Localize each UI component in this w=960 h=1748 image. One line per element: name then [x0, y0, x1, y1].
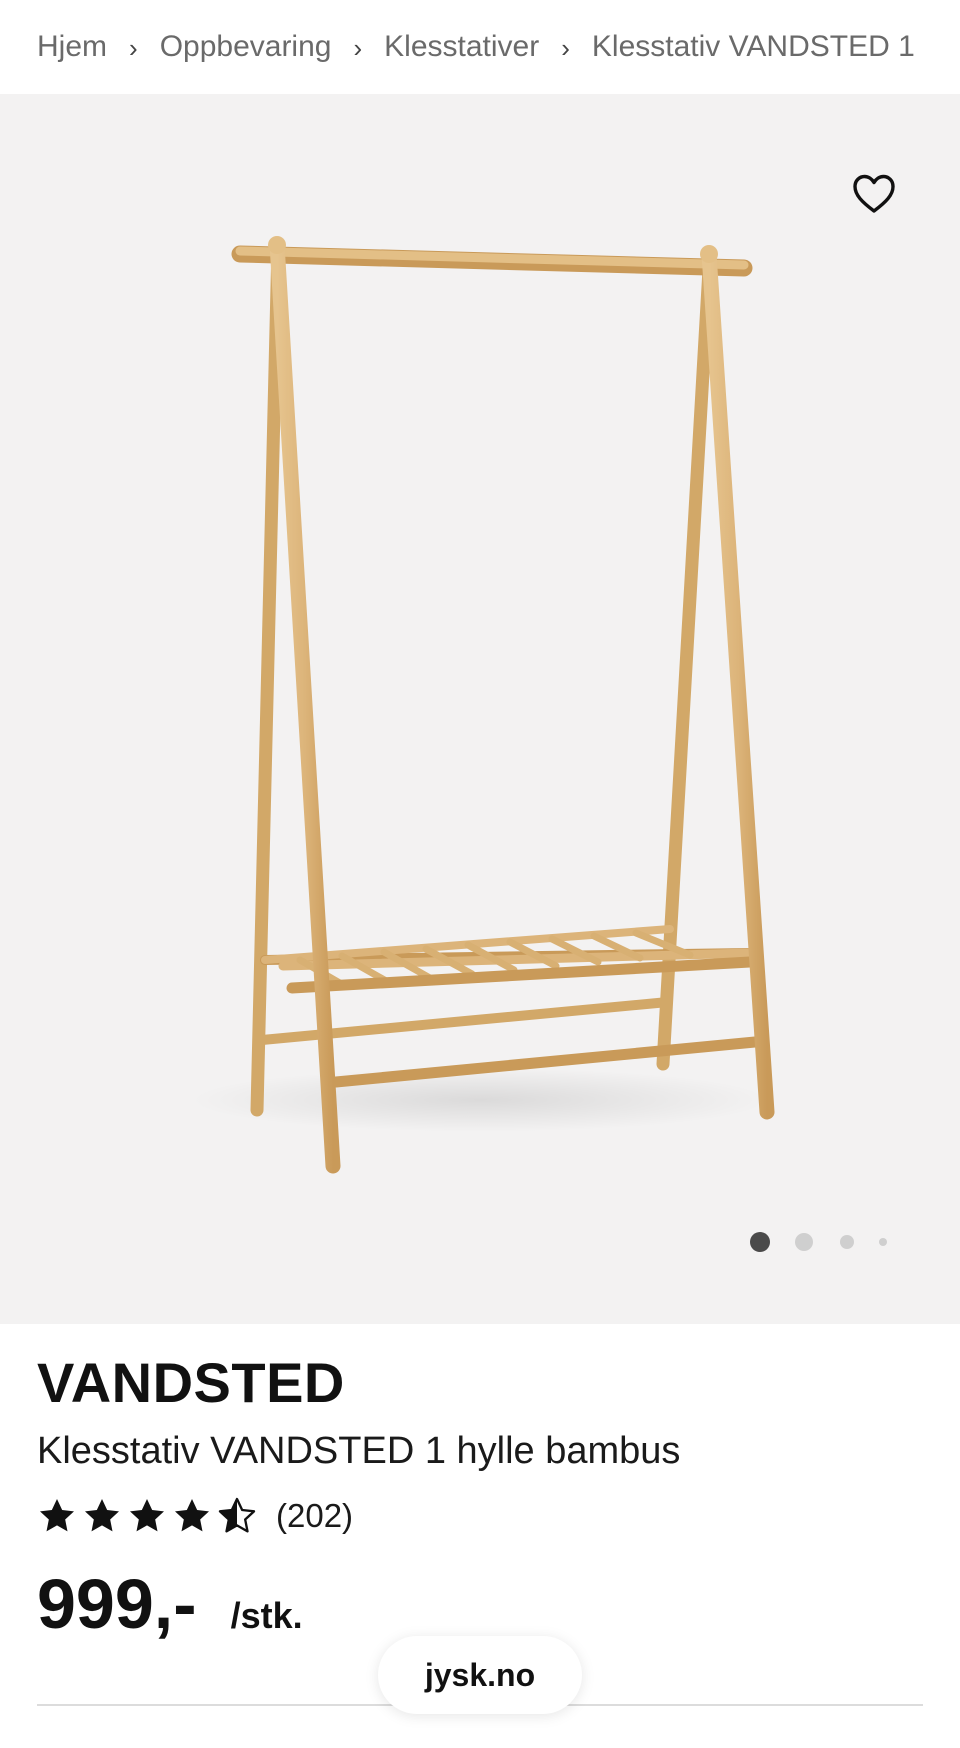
heart-outline-icon: [853, 174, 895, 213]
carousel-dot[interactable]: [840, 1235, 854, 1249]
chevron-right-icon: ›: [353, 32, 363, 63]
chevron-right-icon: ›: [561, 32, 570, 63]
product-brand: VANDSTED: [37, 1351, 345, 1414]
site-domain-pill[interactable]: jysk.no: [378, 1636, 582, 1714]
breadcrumb-clothes-racks[interactable]: Klesstativer: [384, 30, 539, 64]
breadcrumb: Hjem › Oppbevaring › Klesstativer › Kles…: [0, 0, 960, 94]
star-filled-icon: [175, 1499, 209, 1532]
product-title: Klesstativ VANDSTED 1 hylle bambus: [37, 1430, 681, 1472]
price: 999,-: [37, 1565, 197, 1643]
chevron-right-icon: ›: [129, 32, 138, 63]
breadcrumb-home[interactable]: Hjem: [37, 30, 107, 64]
carousel-indicator: [0, 1230, 960, 1254]
rating-stars: [37, 1496, 262, 1536]
product-image[interactable]: [0, 94, 960, 1324]
review-count[interactable]: (202): [276, 1497, 353, 1535]
product-info: VANDSTED Klesstativ VANDSTED 1 hylle bam…: [0, 1324, 960, 1748]
favorite-button[interactable]: [846, 166, 902, 222]
price-row: 999,- /stk.: [37, 1564, 303, 1644]
product-gallery[interactable]: [0, 94, 960, 1324]
star-filled-icon: [85, 1499, 119, 1532]
carousel-dot-active[interactable]: [750, 1232, 770, 1252]
star-half-icon: [218, 1497, 256, 1533]
rating[interactable]: (202): [37, 1494, 353, 1538]
star-filled-icon: [130, 1499, 164, 1532]
breadcrumb-current: Klesstativ VANDSTED 1: [591, 30, 915, 63]
carousel-dot[interactable]: [795, 1233, 813, 1251]
star-filled-icon: [40, 1499, 74, 1532]
carousel-dot[interactable]: [879, 1238, 887, 1246]
breadcrumb-storage[interactable]: Oppbevaring: [160, 30, 332, 64]
price-unit: /stk.: [230, 1595, 303, 1636]
